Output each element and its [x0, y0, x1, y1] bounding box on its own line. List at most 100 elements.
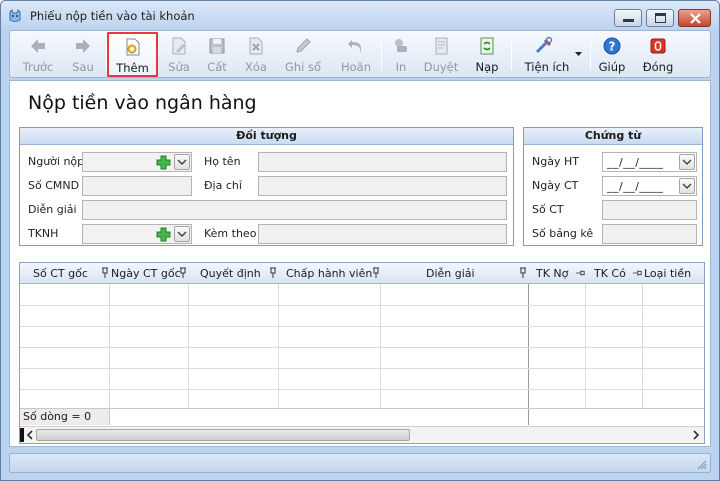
app-window: Phiếu nộp tiền vào tài khoản Trước Sau T… — [0, 0, 720, 481]
ho-ten-label: Họ tên — [204, 155, 241, 168]
ngay-ht-label: Ngày HT — [532, 155, 579, 168]
detail-grid: Số CT gốc Ngày CT gốc Quyết định Chấp hà… — [19, 262, 705, 444]
page-title: Nộp tiền vào ngân hàng — [28, 92, 257, 114]
toolbar-separator — [381, 40, 382, 70]
refresh-icon — [480, 37, 494, 55]
dropdown-button[interactable] — [174, 226, 190, 242]
kem-theo-field[interactable] — [258, 224, 507, 244]
pin-icon[interactable] — [178, 267, 188, 279]
svg-text:?: ? — [609, 40, 616, 54]
chung-tu-header: Chứng từ — [524, 128, 702, 145]
chevron-down-icon — [682, 159, 692, 166]
pin-icon[interactable] — [371, 267, 381, 279]
so-ct-field[interactable] — [602, 200, 697, 220]
dropdown-button[interactable] — [174, 154, 190, 170]
close-window-button[interactable] — [678, 9, 711, 27]
app-icon — [9, 9, 21, 22]
pin-left-icon[interactable] — [575, 267, 585, 279]
toolbar-edit-button[interactable]: Sửa — [160, 33, 198, 76]
column-header[interactable]: Ngày CT gốc — [111, 267, 181, 280]
toolbar-delete-button[interactable]: Xóa — [236, 33, 276, 76]
toolbar-print-button[interactable]: In — [384, 33, 418, 76]
pin-icon[interactable] — [518, 267, 528, 279]
kem-theo-label: Kèm theo — [204, 227, 257, 240]
save-icon — [209, 38, 225, 54]
dropdown-button[interactable] — [679, 178, 695, 194]
nguoi-nop-combo[interactable] — [82, 152, 192, 172]
doi-tuong-group: Đối tượng Người nộp Số CMND Diễn giải TK… — [19, 127, 514, 246]
toolbar-add-button[interactable]: Thêm — [107, 32, 158, 77]
add-icon[interactable] — [156, 227, 171, 242]
toolbar-utilities-button[interactable]: Tiện ích — [516, 33, 586, 76]
scroll-right-icon[interactable] — [692, 430, 700, 440]
tknh-combo[interactable] — [82, 224, 192, 244]
chung-tu-group: Chứng từ Ngày HT __/__/____ Ngày CT __/_… — [523, 127, 703, 246]
toolbar-approve-button[interactable]: Duyệt — [420, 33, 462, 76]
pin-icon[interactable] — [100, 267, 110, 279]
grid-row-line — [20, 368, 704, 369]
ho-ten-field[interactable] — [258, 152, 507, 172]
row-count: Số dòng = 0 — [20, 409, 110, 425]
toolbar-save-button[interactable]: Cất — [198, 33, 236, 76]
grid-divider — [528, 409, 529, 425]
maximize-icon — [655, 13, 666, 23]
toolbar-postpone-button[interactable]: Hoãn — [334, 33, 378, 76]
pin-icon[interactable] — [268, 267, 278, 279]
approve-icon — [435, 37, 448, 55]
tools-icon — [535, 36, 553, 54]
undo-icon — [348, 40, 361, 53]
printer-icon — [395, 39, 407, 52]
minimize-button[interactable] — [614, 9, 642, 27]
so-bang-ke-label: Số bảng kê — [532, 227, 594, 240]
dropdown-button[interactable] — [679, 154, 695, 170]
doi-tuong-header: Đối tượng — [20, 128, 513, 145]
toolbar-prev-button[interactable]: Trước — [14, 33, 62, 76]
grid-header: Số CT gốc Ngày CT gốc Quyết định Chấp hà… — [20, 263, 704, 284]
column-header[interactable]: TK Có — [594, 267, 626, 280]
horizontal-scrollbar[interactable] — [20, 426, 704, 443]
column-header[interactable]: Diễn giải — [426, 267, 475, 280]
column-header[interactable]: Quyết định — [200, 267, 261, 280]
pencil-icon — [296, 38, 311, 53]
window-title: Phiếu nộp tiền vào tài khoản — [30, 9, 195, 23]
close-x-icon — [690, 13, 701, 24]
grid-row-line — [20, 389, 704, 390]
column-header[interactable]: Chấp hành viên — [286, 267, 372, 280]
toolbar-close-button[interactable]: Đóng — [636, 33, 680, 76]
grid-row-line — [20, 326, 704, 327]
grid-row-line — [20, 347, 704, 348]
add-document-icon — [126, 38, 139, 56]
so-cmnd-field[interactable] — [82, 176, 192, 196]
toolbar-help-button[interactable]: ? Giúp — [592, 33, 632, 76]
pin-left-icon[interactable] — [632, 267, 642, 279]
ngay-ct-date[interactable]: __/__/____ — [602, 176, 697, 196]
dia-chi-field[interactable] — [258, 176, 507, 196]
toolbar-separator — [590, 40, 591, 70]
column-header[interactable]: TK Nợ — [536, 267, 568, 280]
maximize-button[interactable] — [646, 9, 674, 27]
arrow-right-icon — [76, 39, 90, 53]
toolbar-reload-button[interactable]: Nạp — [467, 33, 507, 76]
close-icon — [650, 38, 666, 54]
ngay-ct-label: Ngày CT — [532, 179, 579, 192]
add-icon[interactable] — [156, 155, 171, 170]
chevron-down-icon — [575, 52, 582, 56]
dien-giai-field[interactable] — [82, 200, 507, 220]
column-header[interactable]: Số CT gốc — [33, 267, 88, 280]
status-bar — [9, 453, 711, 473]
nguoi-nop-label: Người nộp — [28, 155, 85, 168]
so-ct-label: Số CT — [532, 203, 564, 216]
arrow-left-icon — [31, 39, 45, 53]
minimize-icon — [623, 19, 634, 22]
scroll-left-icon[interactable] — [26, 430, 34, 440]
toolbar-post-button[interactable]: Ghi sổ — [280, 33, 326, 76]
ngay-ht-date[interactable]: __/__/____ — [602, 152, 697, 172]
form-content: Nộp tiền vào ngân hàng Đối tượng Người n… — [9, 80, 711, 447]
toolbar-next-button[interactable]: Sau — [62, 33, 104, 76]
help-icon: ? — [603, 37, 621, 55]
scrollbar-thumb[interactable] — [36, 429, 410, 441]
so-bang-ke-field[interactable] — [602, 224, 697, 244]
title-bar: Phiếu nộp tiền vào tài khoản — [1, 1, 719, 30]
column-header[interactable]: Loại tiền — [644, 267, 691, 280]
resize-grip-icon[interactable] — [697, 460, 707, 470]
